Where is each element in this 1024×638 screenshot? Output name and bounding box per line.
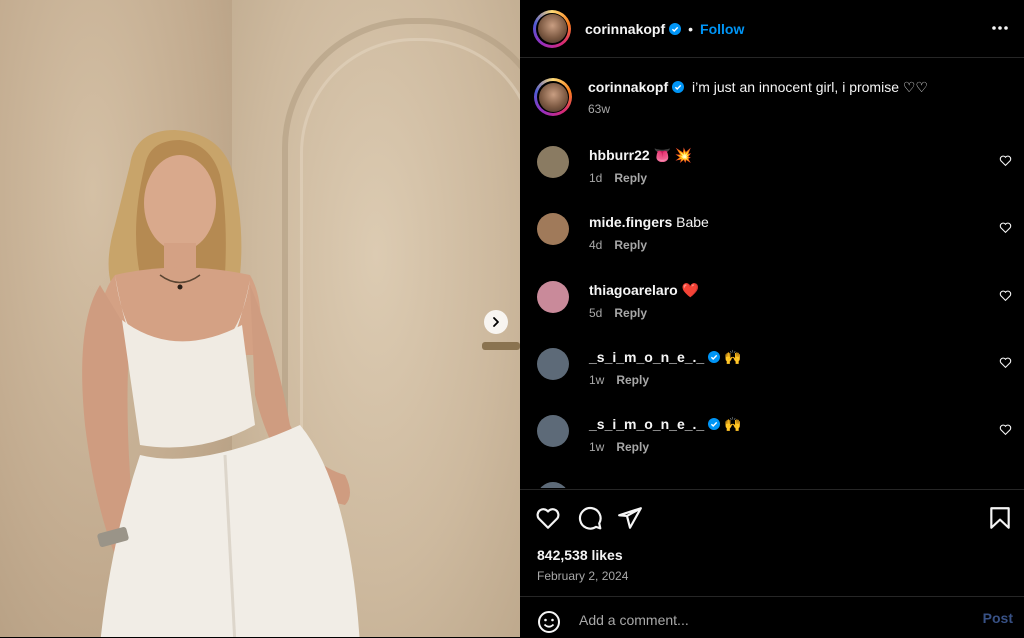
photo-door-handle [482,342,520,350]
author-username[interactable]: corinnakopf [585,21,665,37]
heart-icon[interactable] [999,221,1012,234]
comment-time: 5d [589,306,603,320]
comment-body: _s_i_m_o_n_e_._ 🙌 1w Reply [589,415,989,454]
verified-icon [708,351,721,363]
comment-text: 👅 💥 [653,147,693,163]
heart-icon[interactable] [999,423,1012,436]
photo-person-figure [82,130,360,637]
heart-icon[interactable] [535,505,561,531]
caption-text: i’m just an innocent girl, i promise ♡♡ [692,79,928,95]
reply-button[interactable]: Reply [616,440,649,454]
commenter-avatar[interactable] [537,146,569,178]
comment-body: mide.fingers Babe 4d Reply [589,213,989,252]
verified-icon [669,22,682,35]
comment-text: 🙌 [724,416,742,432]
comment-item: _s_i_m_o_n_e_._ 🙌 1w Reply [537,348,1012,387]
reply-button[interactable]: Reply [616,373,649,387]
commenter-avatar[interactable] [537,281,569,313]
caption-username[interactable]: corinnakopf [588,79,668,95]
reply-button[interactable]: Reply [614,171,647,185]
comment-username[interactable]: _s_i_m_o_n_e_._ [589,416,704,432]
post-date: February 2, 2024 [537,569,629,583]
post-comment-button[interactable]: Post [983,610,1013,626]
comment-item: mide.fingers Babe 4d Reply [537,213,1012,252]
comment-text: Babe [676,214,709,230]
post-header: corinnakopf • Follow [520,0,1024,58]
comment-text: ❤️ [681,282,700,298]
commenter-avatar[interactable] [537,348,569,380]
caption-line: corinnakopf i’m just an innocent girl, i… [588,78,928,96]
verified-icon [708,418,721,430]
heart-icon[interactable] [999,289,1012,302]
chevron-right-icon [493,317,499,327]
comment-body: _s_i_m_o_n_e_._ 🙌 1w Reply [589,348,989,387]
comment-username[interactable]: _s_i_m_o_n_e_._ [589,349,704,365]
author-avatar-inner [536,12,568,45]
author-avatar-image [537,14,567,43]
comment-item-partial [537,482,1012,488]
comment-time: 1d [589,171,603,185]
comment-meta: 1w Reply [589,373,989,387]
author-avatar[interactable] [533,9,571,48]
comment-item: hbburr22 👅 💥 1d Reply [537,146,1012,185]
more-icon[interactable] [990,18,1010,38]
comment-meta: 4d Reply [589,238,989,252]
post-modal: corinnakopf • Follow corinnakopf i’m jus… [0,0,1024,637]
reply-button[interactable]: Reply [614,306,647,320]
comment-text: 🙌 [724,349,742,365]
caption-avatar-inner [537,81,569,113]
post-caption: corinnakopf i’m just an innocent girl, i… [534,78,928,118]
post-actions: 842,538 likes February 2, 2024 [520,489,1024,583]
comment-line: _s_i_m_o_n_e_._ 🙌 [589,348,989,366]
caption-avatar[interactable] [534,78,572,116]
comment-composer: Post [520,596,1024,638]
commenter-avatar[interactable] [537,415,569,447]
caption-body: corinnakopf i’m just an innocent girl, i… [588,78,928,118]
comment-meta: 5d Reply [589,306,989,320]
comment-item: thiagoarelaro ❤️ 5d Reply [537,281,1012,320]
heart-icon[interactable] [999,154,1012,167]
action-row [520,490,1024,546]
likes-count[interactable]: 842,538 likes [537,547,623,563]
comment-line: mide.fingers Babe [589,213,989,231]
comment-body: thiagoarelaro ❤️ 5d Reply [589,281,989,320]
share-icon[interactable] [617,505,643,531]
comment-line: hbburr22 👅 💥 [589,146,989,164]
caption-time: 63w [588,102,611,116]
comment-body: hbburr22 👅 💥 1d Reply [589,146,989,185]
comment-meta: 1d Reply [589,171,989,185]
comment-input[interactable] [577,607,961,633]
comment-meta: 1w Reply [589,440,989,454]
comment-line: _s_i_m_o_n_e_._ 🙌 [589,415,989,433]
commenter-avatar[interactable] [537,213,569,245]
heart-icon[interactable] [999,356,1012,369]
follow-button[interactable]: Follow [700,21,744,37]
comment-username[interactable]: thiagoarelaro [589,282,678,298]
caption-avatar-image [538,82,568,112]
next-photo-button[interactable] [484,310,508,334]
header-separator: • [688,20,694,37]
commenter-avatar[interactable] [537,482,569,488]
reply-button[interactable]: Reply [614,238,647,252]
post-photo[interactable] [0,0,520,637]
post-side-panel: corinnakopf • Follow corinnakopf i’m jus… [520,0,1024,637]
comment-item: _s_i_m_o_n_e_._ 🙌 1w Reply [537,415,1012,454]
verified-icon [672,81,685,93]
comment-line: thiagoarelaro ❤️ [589,281,989,299]
comment-username[interactable]: hbburr22 [589,147,650,163]
bookmark-icon[interactable] [987,505,1013,531]
comment-username[interactable]: mide.fingers [589,214,672,230]
comment-time: 1w [589,373,605,387]
comment-icon[interactable] [577,505,603,531]
comment-time: 1w [589,440,605,454]
comments-list[interactable]: corinnakopf i’m just an innocent girl, i… [520,58,1024,488]
emoji-icon[interactable] [537,610,561,634]
comment-time: 4d [589,238,603,252]
